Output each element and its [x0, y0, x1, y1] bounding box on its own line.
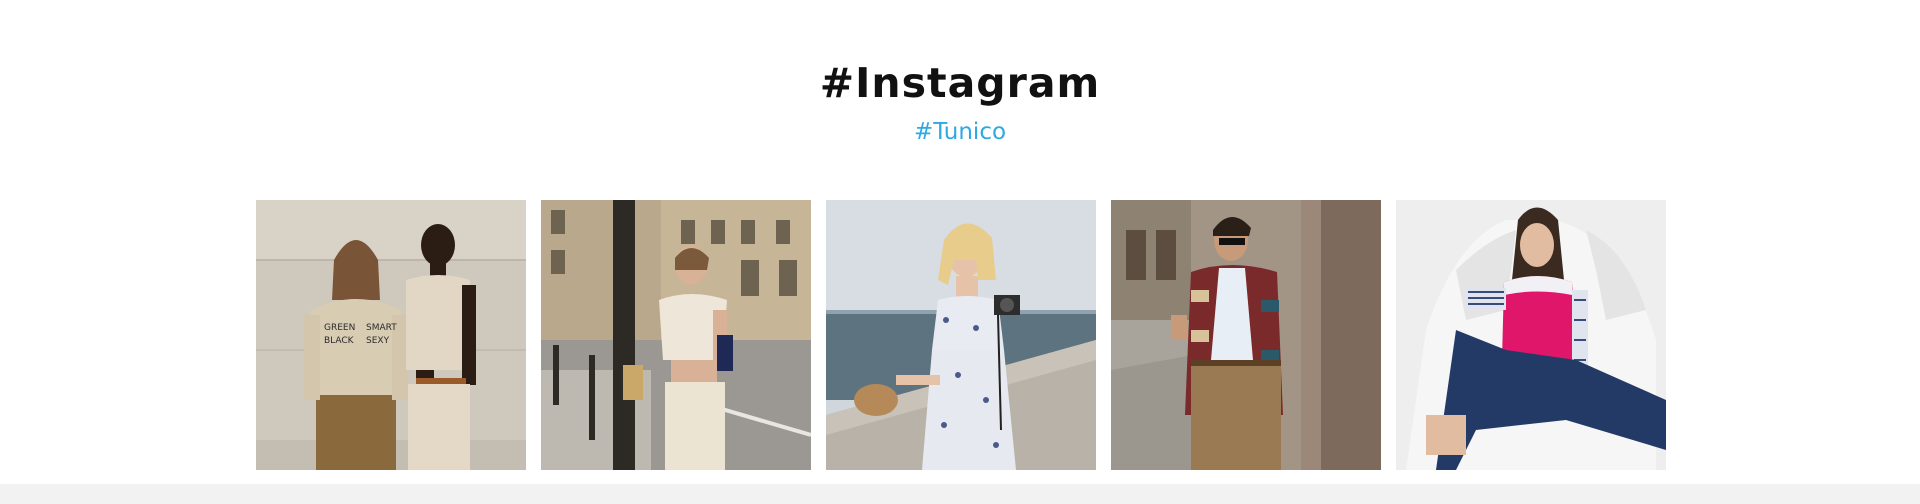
instagram-post-1[interactable]: GREEN BLACK SMART SEXY [256, 200, 526, 470]
shirt-text-1: GREEN [324, 323, 355, 333]
shirt-text-2: BLACK [324, 336, 355, 346]
post-2-photo [541, 200, 811, 470]
post-5-photo [1396, 200, 1666, 470]
post-4-photo [1111, 200, 1381, 470]
shirt-text-3: SMART [366, 323, 397, 333]
instagram-section: #Instagram #Tunico GREEN BLACK SMART SEX… [0, 0, 1920, 484]
instagram-post-2[interactable] [541, 200, 811, 470]
shirt-text-4: SEXY [366, 336, 390, 346]
instagram-post-3[interactable] [826, 200, 1096, 470]
footer-divider-strip [0, 484, 1920, 504]
instagram-post-4[interactable] [1111, 200, 1381, 470]
instagram-gallery: GREEN BLACK SMART SEXY [256, 200, 1666, 470]
post-1-photo: GREEN BLACK SMART SEXY [256, 200, 526, 470]
instagram-post-5[interactable] [1396, 200, 1666, 470]
post-3-photo [826, 200, 1096, 470]
hashtag-link[interactable]: #Tunico [0, 117, 1920, 147]
section-title: #Instagram [819, 59, 1101, 107]
